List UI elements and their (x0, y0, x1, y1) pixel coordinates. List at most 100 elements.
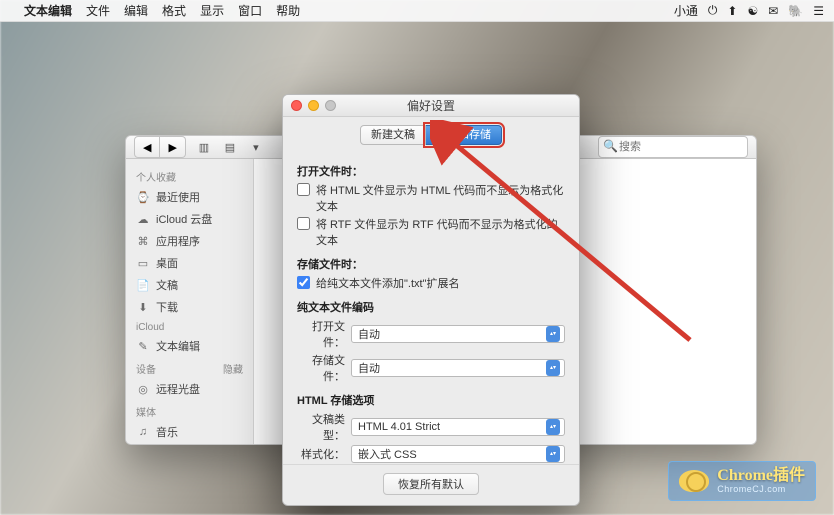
maximize-icon[interactable] (325, 100, 336, 111)
sidebar-section: 设备隐藏 (126, 357, 253, 378)
minimize-icon[interactable] (308, 100, 319, 111)
menu-window[interactable]: 窗口 (238, 2, 262, 19)
sidebar-item-icloud-drive[interactable]: ☁ iCloud 云盘 (126, 208, 253, 230)
sidebar-item-documents[interactable]: 📄 文稿 (126, 274, 253, 296)
desktop-icon: ▭ (136, 257, 150, 270)
sidebar-item-label: 音乐 (156, 424, 178, 440)
sidebar-item-textedit[interactable]: ✎ 文本编辑 (126, 335, 253, 357)
checkbox-label: 将 RTF 文件显示为 RTF 代码而不显示为格式化的文本 (316, 216, 565, 248)
sidebar-item-downloads[interactable]: ⬇ 下载 (126, 296, 253, 318)
select-value: 自动 (358, 326, 380, 342)
sidebar-item-label: 桌面 (156, 255, 178, 271)
sidebar-item-remote-disc[interactable]: ◎ 远程光盘 (126, 378, 253, 400)
sidebar-item-recents[interactable]: ⌚ 最近使用 (126, 186, 253, 208)
select-save-encoding[interactable]: 自动 ▴▾ (351, 359, 565, 377)
watermark-badge: Chrome插件 ChromeCJ.com (668, 461, 816, 501)
app-icon: ⌘ (136, 235, 150, 248)
menu-format[interactable]: 格式 (162, 2, 186, 19)
sidebar-item-photos[interactable]: ▣照片 (126, 443, 253, 445)
window-title: 偏好设置 (407, 97, 455, 114)
sidebar-item-applications[interactable]: ⌘ 应用程序 (126, 230, 253, 252)
sidebar-section: iCloud (126, 318, 253, 335)
search-icon: 🔍 (603, 139, 618, 153)
prefs-tabbar: 新建文稿 打开和存储 (283, 117, 579, 151)
window-titlebar: 偏好设置 (283, 95, 579, 117)
chevron-updown-icon: ▴▾ (546, 446, 560, 462)
tab-new-document[interactable]: 新建文稿 (360, 125, 426, 145)
app-name[interactable]: 文本编辑 (24, 2, 72, 19)
menu-help[interactable]: 帮助 (276, 2, 300, 19)
preferences-window: 偏好设置 新建文稿 打开和存储 打开文件时： 将 HTML 文件显示为 HTML… (282, 94, 580, 506)
checkbox-label: 将 HTML 文件显示为 HTML 代码而不显示为格式化文本 (316, 182, 565, 214)
menu-file[interactable]: 文件 (86, 2, 110, 19)
select-style[interactable]: 嵌入式 CSS ▴▾ (351, 445, 565, 463)
status-icon[interactable]: ⏻ (708, 3, 718, 18)
view-mode-icon[interactable]: ▤ (218, 141, 242, 154)
sidebar-item-label: 文本编辑 (156, 338, 200, 354)
nav-back-forward[interactable]: ◀ ▶ (134, 136, 186, 158)
sidebar-item-music[interactable]: ♫ 音乐 (126, 421, 253, 443)
section-heading: 打开文件时： (297, 163, 565, 179)
sidebar-item-label: iCloud 云盘 (156, 211, 212, 227)
cloud-icon: ☁ (136, 213, 150, 226)
menu-user[interactable]: 小通 (674, 2, 698, 19)
sidebar-section: 个人收藏 (126, 165, 253, 186)
status-icon[interactable]: ☰ (813, 4, 824, 18)
section-heading: 纯文本文件编码 (297, 299, 565, 315)
select-open-encoding[interactable]: 自动 ▴▾ (351, 325, 565, 343)
snail-icon (679, 470, 709, 492)
field-label: 存储文件： (297, 352, 345, 384)
prefs-footer: 恢复所有默认 (283, 464, 579, 505)
textedit-icon: ✎ (136, 340, 150, 353)
sidebar-item-label: 远程光盘 (156, 381, 200, 397)
checkbox-rtf-as-code[interactable] (297, 217, 310, 230)
select-value: 自动 (358, 360, 380, 376)
status-icon[interactable]: ✉ (768, 4, 778, 18)
checkbox-html-as-code[interactable] (297, 183, 310, 196)
select-value: 嵌入式 CSS (358, 446, 417, 462)
checkbox-row[interactable]: 将 RTF 文件显示为 RTF 代码而不显示为格式化的文本 (297, 216, 565, 248)
prefs-body: 打开文件时： 将 HTML 文件显示为 HTML 代码而不显示为格式化文本 将 … (283, 151, 579, 464)
watermark-title: Chrome插件 (717, 468, 805, 484)
menu-edit[interactable]: 编辑 (124, 2, 148, 19)
downloads-icon: ⬇ (136, 301, 150, 314)
documents-icon: 📄 (136, 279, 150, 292)
sidebar-section: 媒体 (126, 400, 253, 421)
chevron-updown-icon: ▴▾ (546, 419, 560, 435)
status-icon[interactable]: ⬆ (727, 4, 737, 18)
hide-link[interactable]: 隐藏 (223, 361, 243, 376)
menu-bar: 文本编辑 文件 编辑 格式 显示 窗口 帮助 小通 ⏻ ⬆ ☯ ✉ 🐘 ☰ (0, 0, 834, 22)
sidebar-item-desktop[interactable]: ▭ 桌面 (126, 252, 253, 274)
section-heading: HTML 存储选项 (297, 392, 565, 408)
sidebar-item-label: 文稿 (156, 277, 178, 293)
search-input[interactable] (598, 136, 748, 158)
select-doctype[interactable]: HTML 4.01 Strict ▴▾ (351, 418, 565, 436)
menu-view[interactable]: 显示 (200, 2, 224, 19)
tab-open-save[interactable]: 打开和存储 (426, 125, 502, 145)
sidebar-toggle-icon[interactable]: ▥ (192, 141, 216, 154)
chevron-updown-icon: ▴▾ (546, 360, 560, 376)
status-icon[interactable]: 🐘 (788, 4, 803, 18)
section-heading: 存储文件时： (297, 256, 565, 272)
sidebar-item-label: 应用程序 (156, 233, 200, 249)
checkbox-add-txt-ext[interactable] (297, 276, 310, 289)
select-value: HTML 4.01 Strict (358, 421, 440, 433)
close-icon[interactable] (291, 100, 302, 111)
search-field-wrap: 🔍 (598, 136, 748, 158)
disc-icon: ◎ (136, 383, 150, 396)
recents-icon: ⌚ (136, 191, 150, 204)
restore-defaults-button[interactable]: 恢复所有默认 (383, 473, 479, 495)
sidebar-item-label: 下载 (156, 299, 178, 315)
checkbox-label: 给纯文本文件添加".txt"扩展名 (316, 275, 459, 291)
status-icon[interactable]: ☯ (747, 4, 758, 18)
checkbox-row[interactable]: 将 HTML 文件显示为 HTML 代码而不显示为格式化文本 (297, 182, 565, 214)
sidebar-item-label: 最近使用 (156, 189, 200, 205)
finder-sidebar: 个人收藏 ⌚最近使用 ☁iCloud 云盘 ⌘应用程序 ▭桌面 📄文稿 ⬇下载 … (126, 159, 254, 445)
dropdown-icon[interactable]: ▾ (244, 141, 268, 154)
back-button[interactable]: ◀ (134, 136, 160, 158)
checkbox-row[interactable]: 给纯文本文件添加".txt"扩展名 (297, 275, 565, 291)
chevron-updown-icon: ▴▾ (546, 326, 560, 342)
music-icon: ♫ (136, 426, 150, 438)
forward-button[interactable]: ▶ (160, 136, 185, 158)
watermark-subtitle: ChromeCJ.com (717, 484, 805, 494)
